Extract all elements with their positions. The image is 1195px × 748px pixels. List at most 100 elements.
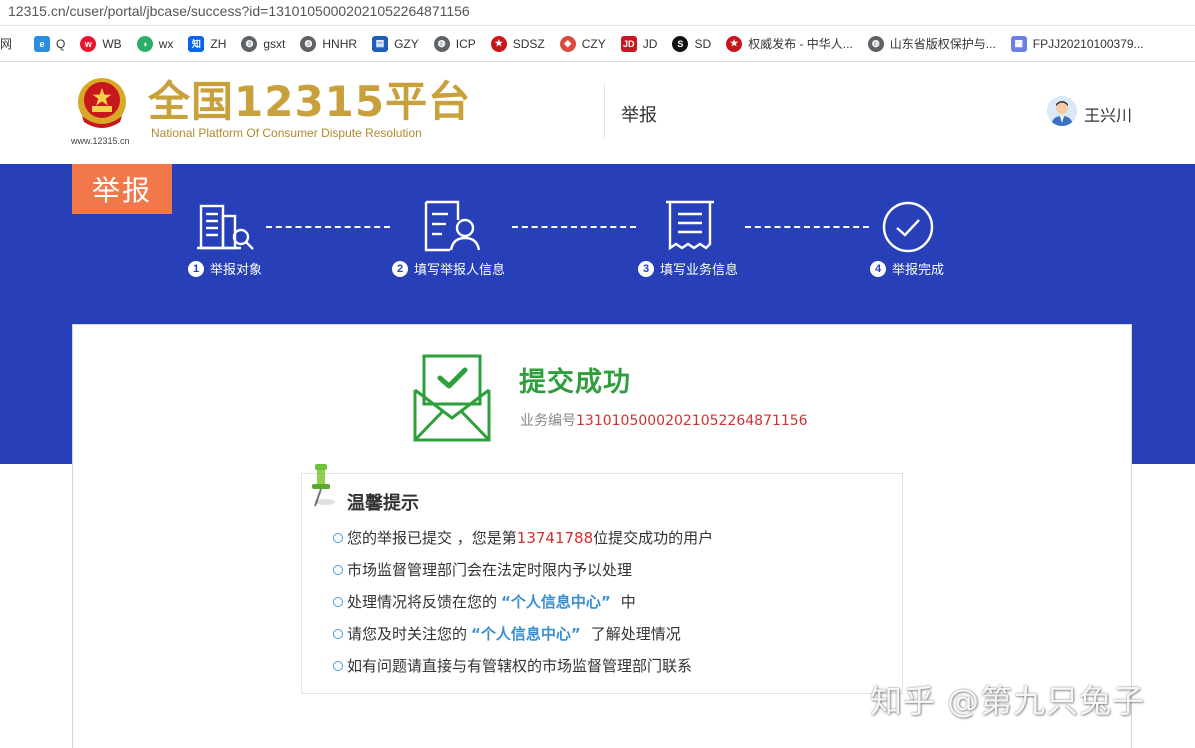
bookmark-label: SDSZ — [512, 36, 545, 51]
pushpin-icon — [312, 464, 335, 507]
bookmark-item[interactable]: ◍ HNHR — [294, 26, 366, 61]
tip-item: 您的举报已提交 ，您是第 13741788 位提交成功的用户 — [333, 527, 713, 548]
logo-subtitle: National Platform Of Consumer Dispute Re… — [151, 126, 422, 140]
envelope-check-icon — [413, 354, 491, 442]
q-icon: e — [34, 35, 51, 52]
bookmark-label: JD — [642, 36, 658, 51]
tip-item: 处理情况将反馈在您的 “个人信息中心” 中 — [333, 591, 636, 612]
user-rank-count: 13741788 — [516, 528, 594, 547]
user-avatar-icon[interactable] — [1047, 96, 1077, 126]
globe-icon: ◍ — [867, 35, 884, 52]
emblem-icon: ★ — [726, 35, 743, 52]
url-text[interactable]: 12315.cn/cuser/portal/jbcase/success?id=… — [8, 3, 470, 19]
globe-icon: ◍ — [300, 35, 317, 52]
watermark: 知乎 @第九只兔子 — [870, 682, 1146, 720]
tip-item: 市场监督管理部门会在法定时限内予以处理 — [333, 559, 632, 580]
bookmark-label: 权威发布 - 中华人... — [748, 37, 853, 51]
document-icon: ▦ — [1010, 35, 1027, 52]
bullet-circle-icon — [333, 564, 343, 575]
tip-text: 处理情况将反馈在您的 — [347, 593, 498, 611]
bookmark-item[interactable]: ★ SDSZ — [485, 26, 554, 61]
step-2: 2 填写举报人信息 — [392, 259, 505, 278]
bookmark-item[interactable]: ◍ gsxt — [235, 26, 294, 61]
wechat-icon: ◑ — [136, 35, 153, 52]
bookmark-label: Q — [56, 36, 66, 51]
step-connector — [512, 226, 636, 228]
bookmark-item[interactable]: ★ 权威发布 - 中华人... — [720, 26, 862, 61]
section-tag: 举报 — [72, 164, 172, 214]
tip-text: 如有问题请直接与有管辖权的市场监督管理部门联系 — [347, 657, 693, 675]
step-label: 填写举报人信息 — [414, 263, 506, 278]
bookmarks-bar: 网 eQ w WB ◑ wx 知 ZH ◍ gsxt ◍ HNHR ▤ GZY ◍ ICP ★… — [0, 26, 1195, 62]
step-label: 填写业务信息 — [660, 263, 739, 278]
step-connector — [266, 226, 390, 228]
case-id-label: 业务编号 — [520, 413, 576, 429]
weibo-icon: w — [80, 35, 97, 52]
bookmark-label: gsxt — [263, 36, 286, 51]
bookmark-item[interactable]: 网 — [0, 26, 28, 61]
bookmark-item[interactable]: ▦ FPJJ20210100379... — [1005, 26, 1153, 61]
check-circle-icon — [882, 201, 934, 253]
bookmark-label: 网 — [0, 37, 13, 51]
bookmark-label: ICP — [455, 36, 476, 51]
tip-text: 位提交成功的用户 — [593, 529, 714, 547]
bookmark-item[interactable]: ▤ GZY — [366, 26, 428, 61]
tip-text: 市场监督管理部门会在法定时限内予以处理 — [347, 561, 633, 579]
step-3: 3 填写业务信息 — [638, 259, 738, 278]
bookmark-item[interactable]: eQ — [28, 26, 74, 61]
shield-icon: ◆ — [559, 35, 576, 52]
bookmark-item[interactable]: ◑ wx — [131, 26, 183, 61]
bullet-circle-icon — [333, 596, 343, 607]
bookmark-label: FPJJ20210100379... — [1032, 36, 1144, 51]
jd-icon: JD — [620, 35, 637, 52]
zhihu-icon: 知 — [188, 35, 205, 52]
case-id-line: 业务编号13101050002021052264871156 — [520, 410, 808, 430]
tip-text: 中 — [620, 593, 636, 611]
bookmark-label: GZY — [394, 36, 419, 51]
step-1: 1 举报对象 — [188, 259, 262, 278]
tip-text: 了解处理情况 — [590, 625, 681, 643]
step-number: 3 — [638, 260, 654, 277]
personal-center-link[interactable]: “个人信息中心” — [471, 623, 581, 644]
case-id-value: 13101050002021052264871156 — [576, 413, 808, 429]
bookmark-item[interactable]: ◍ ICP — [428, 26, 485, 61]
logo-title[interactable]: 全国12315平台 — [148, 78, 471, 126]
address-bar[interactable]: 12315.cn/cuser/portal/jbcase/success?id=… — [0, 0, 1195, 26]
step-label: 举报完成 — [892, 263, 945, 278]
bookmark-label: ZH — [210, 36, 227, 51]
step-connector — [745, 226, 869, 228]
tip-text: 您的举报已提交 ，您是第 — [347, 529, 517, 547]
bookmark-label: SD — [694, 36, 712, 51]
national-emblem-logo[interactable] — [74, 76, 130, 132]
receipt-icon — [666, 200, 714, 251]
step-number: 4 — [870, 260, 886, 277]
bookmark-item[interactable]: S SD — [666, 26, 720, 61]
step-number: 2 — [392, 260, 408, 277]
sd-icon: S — [672, 35, 689, 52]
globe-icon: ◍ — [433, 35, 450, 52]
bookmark-label: HNHR — [322, 36, 358, 51]
bookmark-item[interactable]: ◆ CZY — [554, 26, 615, 61]
gzy-icon: ▤ — [372, 35, 389, 52]
bookmark-label: CZY — [581, 36, 606, 51]
bookmark-item[interactable]: JD JD — [615, 26, 667, 61]
bullet-circle-icon — [333, 532, 343, 543]
personal-center-link[interactable]: “个人信息中心” — [501, 591, 611, 612]
tip-item: 请您及时关注您的 “个人信息中心” 了解处理情况 — [333, 623, 681, 644]
logo-url: www.12315.cn — [71, 136, 130, 146]
bookmark-item[interactable]: w WB — [74, 26, 130, 61]
tip-text: 请您及时关注您的 — [347, 625, 468, 643]
step-4: 4 举报完成 — [870, 259, 944, 278]
bookmark-label: 山东省版权保护与... — [889, 37, 996, 51]
user-name[interactable]: 王兴川 — [1084, 102, 1132, 126]
step-label: 举报对象 — [210, 263, 263, 278]
globe-icon: ◍ — [241, 35, 258, 52]
bullet-circle-icon — [333, 628, 343, 639]
bookmark-label: wx — [158, 36, 174, 51]
header-divider — [604, 84, 605, 138]
step-number: 1 — [188, 260, 204, 277]
bookmark-item[interactable]: ◍ 山东省版权保护与... — [862, 26, 1005, 61]
bookmark-label: WB — [102, 36, 122, 51]
bookmark-item[interactable]: 知 ZH — [182, 26, 235, 61]
nav-report[interactable]: 举报 — [621, 101, 657, 127]
